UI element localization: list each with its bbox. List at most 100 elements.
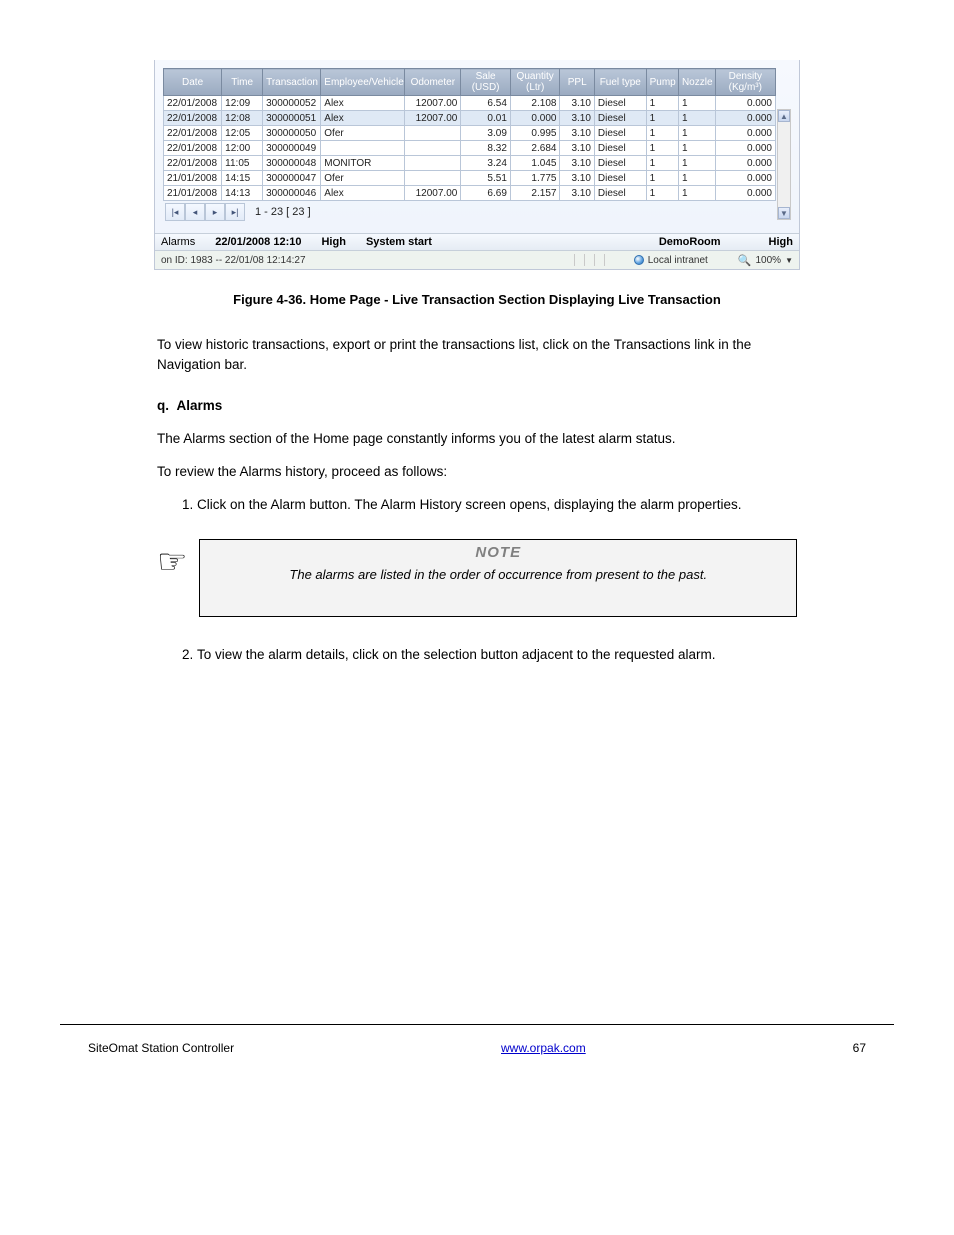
- cell: Ofer: [321, 171, 405, 186]
- transactions-table: Date Time Transaction Employee/Vehicle O…: [163, 68, 776, 201]
- pager-range: 1 - 23 [ 23 ]: [255, 206, 311, 218]
- col-employee[interactable]: Employee/Vehicle: [321, 69, 405, 96]
- cell: 300000051: [263, 111, 321, 126]
- paragraph: To view historic transactions, export or…: [157, 335, 797, 374]
- alarm-datetime: 22/01/2008 12:10: [215, 236, 301, 248]
- col-fueltype[interactable]: Fuel type: [594, 69, 646, 96]
- cell: 300000050: [263, 126, 321, 141]
- vertical-scrollbar[interactable]: ▲ ▼: [777, 109, 791, 220]
- cell: 12007.00: [405, 186, 461, 201]
- table-row[interactable]: 22/01/200811:05300000048MONITOR3.241.045…: [164, 156, 776, 171]
- cell: [405, 126, 461, 141]
- scroll-up-icon[interactable]: ▲: [778, 110, 790, 122]
- step-item: Click on the Alarm button. The Alarm His…: [197, 495, 797, 515]
- pager-prev-button[interactable]: ◂: [185, 203, 205, 221]
- scroll-down-icon[interactable]: ▼: [778, 207, 790, 219]
- globe-icon: [634, 255, 644, 265]
- alarms-label[interactable]: Alarms: [161, 236, 195, 248]
- cell: 0.000: [715, 186, 775, 201]
- table-row[interactable]: 22/01/200812:003000000498.322.6843.10Die…: [164, 141, 776, 156]
- footer-link[interactable]: www.orpak.com: [501, 1041, 586, 1055]
- cell: 8.32: [461, 141, 511, 156]
- cell: 300000047: [263, 171, 321, 186]
- cell: 300000048: [263, 156, 321, 171]
- note-box: NOTE The alarms are listed in the order …: [199, 539, 797, 617]
- col-odometer[interactable]: Odometer: [405, 69, 461, 96]
- table-header-row: Date Time Transaction Employee/Vehicle O…: [164, 69, 776, 96]
- cell: 1: [646, 126, 678, 141]
- scroll-track[interactable]: [778, 122, 790, 207]
- col-quantity[interactable]: Quantity(Ltr): [510, 69, 560, 96]
- paragraph: To review the Alarms history, proceed as…: [157, 462, 797, 482]
- cell: 0.000: [715, 96, 775, 111]
- chevron-down-icon[interactable]: ▼: [785, 256, 793, 265]
- cell: MONITOR: [321, 156, 405, 171]
- cell: 1: [678, 186, 715, 201]
- cell: Diesel: [594, 171, 646, 186]
- note-message: The alarms are listed in the order of oc…: [206, 567, 790, 582]
- table-row[interactable]: 22/01/200812:09300000052Alex12007.006.54…: [164, 96, 776, 111]
- cell: 21/01/2008: [164, 171, 222, 186]
- table-row[interactable]: 21/01/200814:13300000046Alex12007.006.69…: [164, 186, 776, 201]
- security-zone: Local intranet: [634, 255, 708, 266]
- col-density[interactable]: Density(Kg/m³): [715, 69, 775, 96]
- cell: 300000052: [263, 96, 321, 111]
- cell: 12007.00: [405, 111, 461, 126]
- table-row[interactable]: 21/01/200814:15300000047Ofer5.511.7753.1…: [164, 171, 776, 186]
- cell: Alex: [321, 186, 405, 201]
- cell: 0.000: [715, 111, 775, 126]
- cell: 22/01/2008: [164, 126, 222, 141]
- col-pump[interactable]: Pump: [646, 69, 678, 96]
- cell: 3.10: [560, 141, 594, 156]
- col-transaction[interactable]: Transaction: [263, 69, 321, 96]
- alarms-heading: q. Alarms: [157, 396, 797, 416]
- cell: 1: [646, 186, 678, 201]
- cell: 1: [678, 126, 715, 141]
- cell: 3.10: [560, 186, 594, 201]
- pager-next-button[interactable]: ▸: [205, 203, 225, 221]
- zoom-control[interactable]: 🔍 100% ▼: [738, 254, 793, 267]
- alarms-bar: Alarms 22/01/2008 12:10 High System star…: [155, 233, 799, 251]
- table-row[interactable]: 22/01/200812:05300000050Ofer3.090.9953.1…: [164, 126, 776, 141]
- cell: 3.09: [461, 126, 511, 141]
- cell: 1: [678, 156, 715, 171]
- table-row[interactable]: 22/01/200812:08300000051Alex12007.000.01…: [164, 111, 776, 126]
- cell: 1.045: [510, 156, 560, 171]
- cell: Ofer: [321, 126, 405, 141]
- col-date[interactable]: Date: [164, 69, 222, 96]
- footer-rule: [60, 1024, 894, 1025]
- cell: 14:15: [222, 171, 263, 186]
- cell: 3.10: [560, 111, 594, 126]
- cell: 14:13: [222, 186, 263, 201]
- cell: 1: [678, 96, 715, 111]
- col-nozzle[interactable]: Nozzle: [678, 69, 715, 96]
- cell: 3.10: [560, 126, 594, 141]
- footer-title: SiteOmat Station Controller: [88, 1041, 234, 1055]
- pager-last-button[interactable]: ▸|: [225, 203, 245, 221]
- col-ppl[interactable]: PPL: [560, 69, 594, 96]
- cell: [405, 171, 461, 186]
- cell: 1: [646, 96, 678, 111]
- cell: Diesel: [594, 111, 646, 126]
- cell: Diesel: [594, 141, 646, 156]
- pager: |◂ ◂ ▸ ▸| 1 - 23 [ 23 ]: [165, 203, 799, 221]
- cell: Alex: [321, 96, 405, 111]
- cell: [405, 141, 461, 156]
- cell: 22/01/2008: [164, 156, 222, 171]
- alarm-severity: High: [321, 236, 345, 248]
- col-sale[interactable]: Sale(USD): [461, 69, 511, 96]
- cell: Diesel: [594, 96, 646, 111]
- note-block: ☞ NOTE The alarms are listed in the orde…: [157, 539, 797, 617]
- cell: 0.01: [461, 111, 511, 126]
- cell: 0.995: [510, 126, 560, 141]
- cell: 1: [678, 111, 715, 126]
- cell: 12007.00: [405, 96, 461, 111]
- cell: 1: [646, 111, 678, 126]
- col-time[interactable]: Time: [222, 69, 263, 96]
- pager-first-button[interactable]: |◂: [165, 203, 185, 221]
- cell: 21/01/2008: [164, 186, 222, 201]
- magnifier-icon: 🔍: [738, 254, 752, 267]
- cell: 1: [646, 141, 678, 156]
- cell: 1: [678, 141, 715, 156]
- footer-page: 67: [853, 1041, 866, 1055]
